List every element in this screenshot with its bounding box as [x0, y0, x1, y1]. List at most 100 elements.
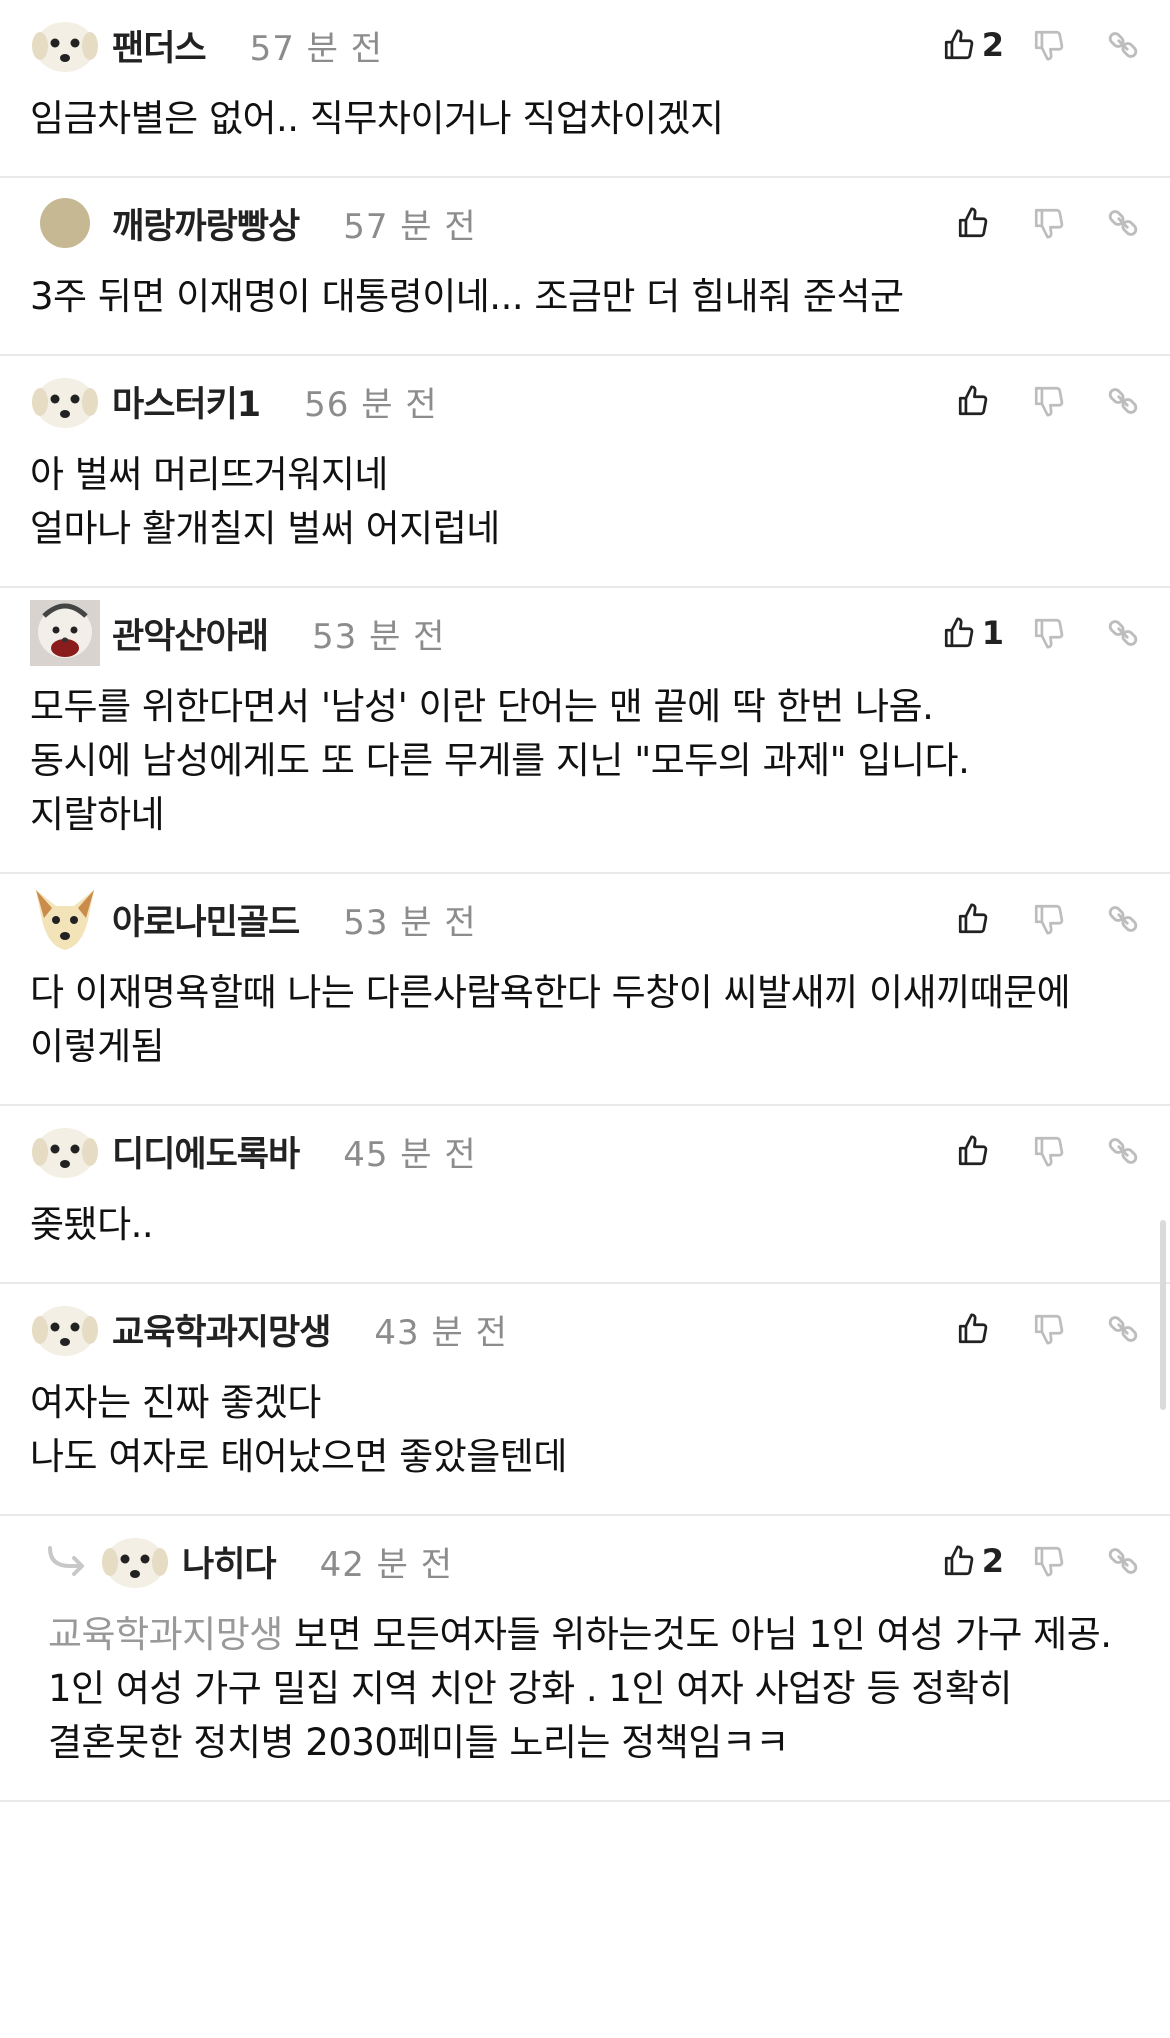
comment-actions: 2: [914, 1516, 1140, 1606]
share-link-button[interactable]: [1106, 1134, 1140, 1168]
like-button[interactable]: [956, 206, 990, 240]
comment-item: 관악산아래 53 분 전 1 모두를 위한다면서 '남성' 이란 단어는 맨 끝에 딱…: [0, 588, 1170, 874]
comment-header: 교육학과지망생 43 분 전: [30, 1284, 1140, 1374]
timestamp: 57 분 전: [343, 206, 477, 247]
timestamp: 53 분 전: [343, 902, 477, 943]
thumbs-up-icon: [942, 616, 976, 650]
comment-header: 아로나민골드 53 분 전: [30, 874, 1140, 964]
dislike-button[interactable]: [1032, 384, 1066, 418]
comment-item: 교육학과지망생 43 분 전 여자는 진짜 좋겠다 나도 여자로 태어났으면 좋았을…: [0, 1284, 1170, 1516]
share-link-button[interactable]: [1106, 384, 1140, 418]
dislike-button[interactable]: [1032, 1544, 1066, 1578]
comment-body: 모두를 위한다면서 '남성' 이란 단어는 맨 끝에 딱 한번 나옴. 동시에 …: [30, 685, 970, 836]
thumbs-up-icon: [956, 384, 990, 418]
comment-item: 디디에도록바 45 분 전좆됐다..: [0, 1106, 1170, 1284]
comment-actions: [928, 874, 1140, 964]
scrollbar[interactable]: [1160, 1220, 1166, 1410]
comment-actions: 1: [914, 588, 1140, 678]
thumbs-up-icon: [942, 28, 976, 62]
avatar[interactable]: [30, 598, 100, 668]
mention-link[interactable]: 교육학과지망생: [48, 1613, 283, 1656]
like-button[interactable]: 1: [942, 614, 1004, 652]
author-name[interactable]: 디디에도록바: [112, 1126, 300, 1177]
link-icon: [1106, 1544, 1140, 1578]
author-name[interactable]: 관악산아래: [112, 608, 269, 659]
comment-header: 나히다 42 분 전 2: [48, 1516, 1140, 1606]
comment-actions: [928, 178, 1140, 268]
reply-arrow-icon: [44, 1546, 92, 1576]
share-link-button[interactable]: [1106, 28, 1140, 62]
link-icon: [1106, 1312, 1140, 1346]
thumbs-up-icon: [942, 1544, 976, 1578]
dislike-button[interactable]: [1032, 902, 1066, 936]
share-link-button[interactable]: [1106, 1544, 1140, 1578]
link-icon: [1106, 384, 1140, 418]
dislike-button[interactable]: [1032, 1312, 1066, 1346]
like-count: 1: [981, 614, 1004, 652]
author-name[interactable]: 아로나민골드: [112, 894, 300, 945]
link-icon: [1106, 902, 1140, 936]
timestamp: 53 분 전: [312, 616, 446, 657]
link-icon: [1106, 616, 1140, 650]
timestamp: 45 분 전: [343, 1134, 477, 1175]
dislike-button[interactable]: [1032, 1134, 1066, 1168]
author-name[interactable]: 교육학과지망생: [112, 1304, 331, 1355]
link-icon: [1106, 1134, 1140, 1168]
comment-actions: [928, 1106, 1140, 1196]
like-button[interactable]: [956, 902, 990, 936]
thumbs-up-icon: [956, 1312, 990, 1346]
timestamp: 56 분 전: [304, 384, 438, 425]
author-name[interactable]: 나히다: [182, 1536, 277, 1587]
comment-header: 깨랑까랑빵상 57 분 전: [30, 178, 1140, 268]
like-button[interactable]: [956, 1134, 990, 1168]
avatar[interactable]: [30, 366, 100, 436]
comment-item: 깨랑까랑빵상 57 분 전 3주 뒤면 이재명이 대통령이네... 조금만 더 힘내…: [0, 178, 1170, 356]
thumbs-down-icon: [1032, 28, 1066, 62]
author-name[interactable]: 깨랑까랑빵상: [112, 198, 300, 249]
dislike-button[interactable]: [1032, 616, 1066, 650]
comment-body: 여자는 진짜 좋겠다 나도 여자로 태어났으면 좋았을텐데: [30, 1381, 567, 1478]
comment-item: 아로나민골드 53 분 전다 이재명욕할때 나는 다른사람욕한다 두창이 씨발새끼…: [0, 874, 1170, 1106]
author-name[interactable]: 마스터키1: [112, 376, 261, 427]
share-link-button[interactable]: [1106, 1312, 1140, 1346]
comment-header: 관악산아래 53 분 전 1: [30, 588, 1140, 678]
comment-body: 아 벌써 머리뜨거워지네 얼마나 활개칠지 벌써 어지럽네: [30, 453, 500, 550]
link-icon: [1106, 206, 1140, 240]
like-count: 2: [981, 26, 1004, 64]
share-link-button[interactable]: [1106, 206, 1140, 240]
comment-actions: [928, 1284, 1140, 1374]
link-icon: [1106, 28, 1140, 62]
dislike-button[interactable]: [1032, 206, 1066, 240]
like-button[interactable]: [956, 1312, 990, 1346]
avatar[interactable]: [30, 1294, 100, 1364]
comment-item: 팬더스 57 분 전 2 임금차별은 없어.. 직무차이거나 직업차이겠지: [0, 0, 1170, 178]
thumbs-down-icon: [1032, 206, 1066, 240]
avatar[interactable]: [30, 188, 100, 258]
comment-item: 마스터키1 56 분 전아 벌써 머리뜨거워지네 얼마나 활개칠지 벌써 어지럽네: [0, 356, 1170, 588]
comment-header: 팬더스 57 분 전 2: [30, 0, 1140, 90]
thumbs-down-icon: [1032, 1312, 1066, 1346]
comment-body: 좆됐다..: [30, 1203, 154, 1246]
like-button[interactable]: 2: [942, 26, 1004, 64]
author-name[interactable]: 팬더스: [112, 20, 207, 71]
comment-list: 팬더스 57 분 전 2 임금차별은 없어.. 직무차이거나 직업차이겠지 깨랑까랑빵상…: [0, 0, 1170, 1802]
avatar[interactable]: [30, 1116, 100, 1186]
share-link-button[interactable]: [1106, 902, 1140, 936]
comment-actions: [928, 356, 1140, 446]
thumbs-down-icon: [1032, 1134, 1066, 1168]
thumbs-down-icon: [1032, 1544, 1066, 1578]
thumbs-down-icon: [1032, 616, 1066, 650]
like-count: 2: [981, 1542, 1004, 1580]
avatar[interactable]: [30, 884, 100, 954]
like-button[interactable]: 2: [942, 1542, 1004, 1580]
comment-body: 3주 뒤면 이재명이 대통령이네... 조금만 더 힘내줘 준석군: [30, 275, 904, 318]
like-button[interactable]: [956, 384, 990, 418]
comment-body: 교육학과지망생 보면 모든여자들 위하는것도 아님 1인 여성 가구 제공. 1…: [48, 1606, 1140, 1800]
avatar[interactable]: [100, 1526, 170, 1596]
thumbs-up-icon: [956, 902, 990, 936]
dislike-button[interactable]: [1032, 28, 1066, 62]
avatar[interactable]: [30, 10, 100, 80]
share-link-button[interactable]: [1106, 616, 1140, 650]
thumbs-up-icon: [956, 1134, 990, 1168]
thumbs-down-icon: [1032, 902, 1066, 936]
